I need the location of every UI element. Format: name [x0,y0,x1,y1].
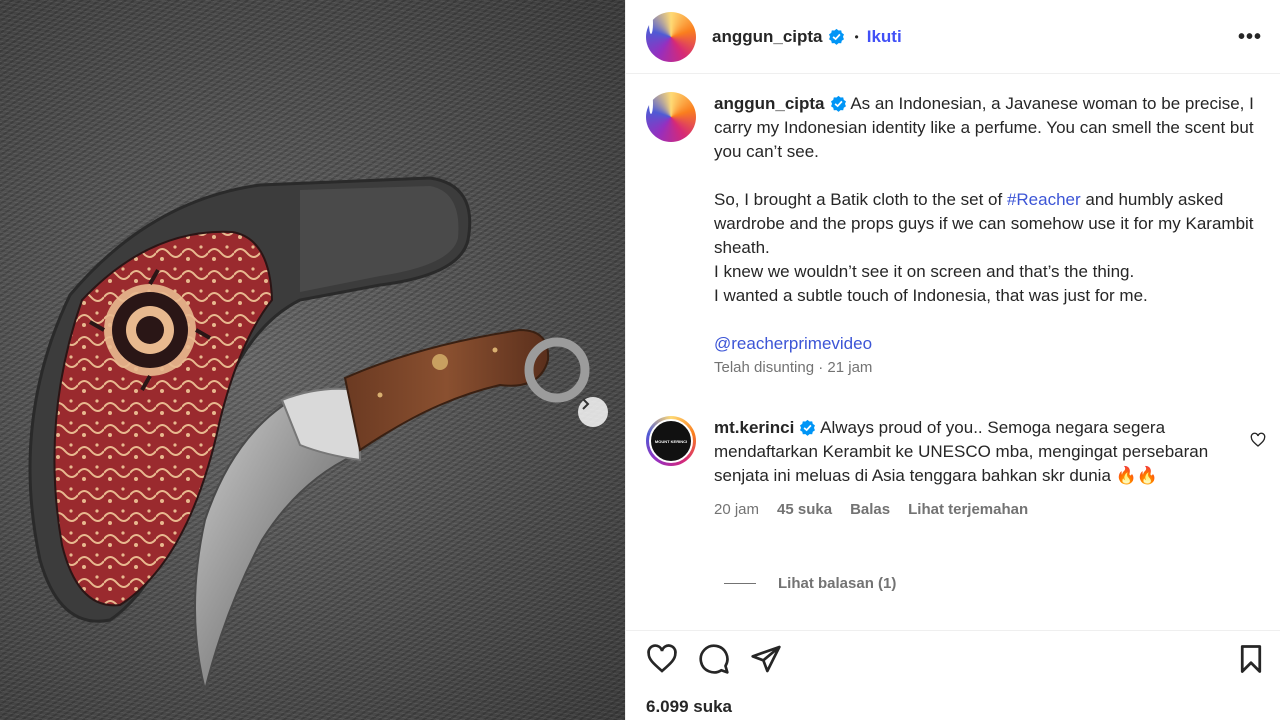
caption-meta: Telah disunting · 21 jam [714,359,873,376]
likes-count[interactable]: 6.099 suka [646,697,732,717]
post-panel: anggun_cipta • Ikuti ••• anggun_cipta As… [625,0,1280,720]
caption-avatar[interactable] [646,92,696,142]
more-options-icon[interactable]: ••• [1238,26,1262,49]
caption-text-2a: So, I brought a Batik cloth to the set o… [714,190,1007,209]
next-image-button[interactable] [578,397,608,427]
heart-icon[interactable] [1250,432,1266,448]
action-bar [646,642,1266,676]
commenter-username[interactable]: mt.kerinci [714,418,794,437]
caption: anggun_cipta As an Indonesian, a Javanes… [646,92,1266,380]
translate-button[interactable]: Lihat terjemahan [908,498,1028,522]
author-avatar[interactable] [646,11,696,62]
knife-handle [343,328,550,452]
comment-time: 20 jam [714,501,760,518]
caption-text-4: I wanted a subtle touch of Indonesia, th… [714,286,1148,305]
divider [626,630,1280,631]
replies-line [724,583,756,584]
post-header: anggun_cipta • Ikuti ••• [626,0,1280,74]
heart-icon[interactable] [646,643,678,675]
verified-badge-icon [800,419,816,436]
chevron-right-icon [582,398,590,410]
follow-button[interactable]: Ikuti [867,27,902,47]
hashtag-link[interactable]: #Reacher [1007,190,1081,209]
verified-badge-icon [828,28,844,45]
post-image[interactable] [0,0,625,720]
caption-text-3: I knew we wouldn’t see it on screen and … [714,262,1135,281]
mention-link[interactable]: @reacherprimevideo [714,332,1264,356]
separator-dot: • [854,29,859,44]
comment-item: MOUNT KERINCI mt.kerinci Always proud of… [646,416,1266,522]
commenter-avatar[interactable]: MOUNT KERINCI [646,416,696,466]
view-replies-label: Lihat balasan (1) [778,575,897,592]
commenter-avatar-text: MOUNT KERINCI [654,438,688,444]
verified-badge-icon [830,95,846,112]
comment-bubble-icon[interactable] [698,643,730,675]
caption-username[interactable]: anggun_cipta [714,94,825,113]
author-username[interactable]: anggun_cipta [712,27,823,47]
bookmark-icon[interactable] [1236,643,1266,675]
karambit-photo [28,176,590,691]
paper-plane-icon[interactable] [750,643,782,675]
reply-button[interactable]: Balas [850,498,890,522]
comment-likes[interactable]: 45 suka [777,498,832,522]
view-replies-button[interactable]: Lihat balasan (1) [724,575,896,592]
